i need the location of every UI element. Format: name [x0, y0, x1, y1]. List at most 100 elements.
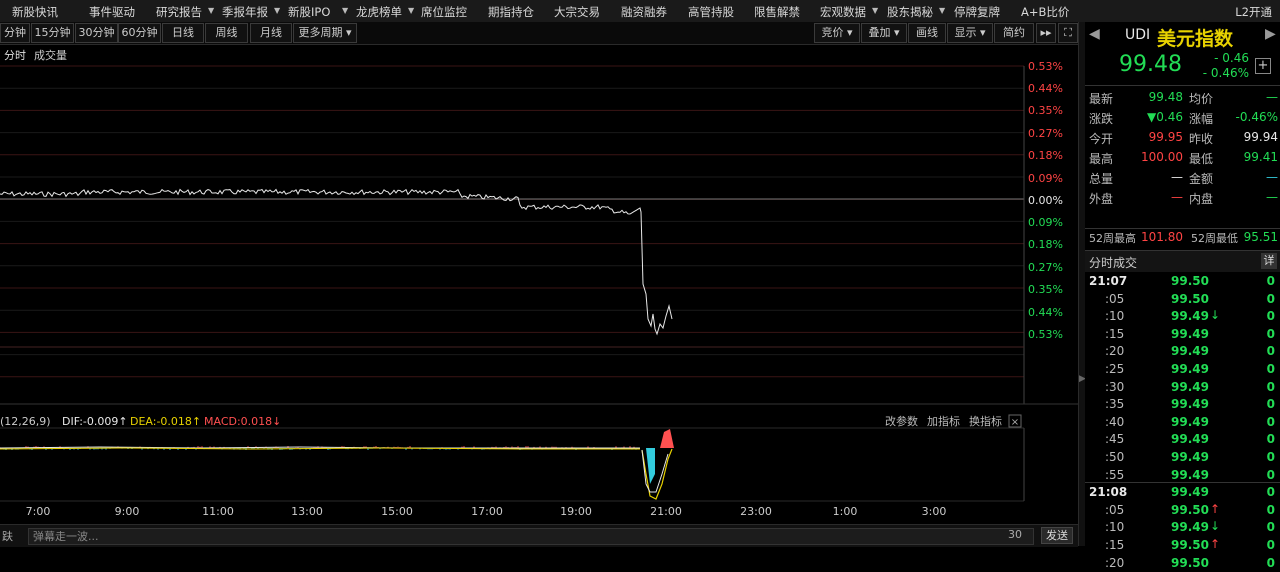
add-watchlist-icon[interactable]: + — [1255, 58, 1271, 74]
trade-arrow: ↓ — [1210, 519, 1221, 534]
nav-item-1[interactable]: 事件驱动 — [89, 4, 135, 20]
trade-time: :45 — [1105, 432, 1125, 447]
macd-dea: DEA:-0.018↑ — [130, 415, 201, 428]
trade-row: :20 99.49 0 — [1085, 343, 1280, 361]
trade-volume: 0 — [1266, 414, 1275, 429]
send-button[interactable]: 发送 — [1041, 527, 1073, 544]
quote-row: 最高 100.00 最低 99.41 — [1085, 150, 1280, 168]
macd-button-1[interactable]: 加指标 — [927, 414, 960, 428]
quote-value: 99.41 — [1243, 150, 1278, 164]
trade-time: :35 — [1105, 397, 1125, 412]
quote-value: — — [1266, 190, 1278, 204]
pct-label-up: 0.35% — [1028, 104, 1063, 117]
nav-item-4[interactable]: 新股IPO — [288, 4, 330, 20]
quote-label: 最新 — [1089, 92, 1114, 106]
nav-item-0[interactable]: 新股快讯 — [12, 4, 58, 20]
trade-time: :55 — [1105, 467, 1125, 482]
l2-open-link[interactable]: L2开通 — [1235, 4, 1272, 20]
tool-button-1[interactable]: 叠加 ▾ — [861, 23, 907, 43]
nav-item-10[interactable]: 高管持股 — [688, 4, 734, 20]
trade-row: :05 99.50 0 — [1085, 291, 1280, 309]
trade-volume: 0 — [1266, 555, 1275, 570]
danmu-input[interactable]: 弹幕走一波... — [28, 528, 1034, 545]
macd-button-0[interactable]: 改参数 — [885, 414, 918, 428]
nav-item-2[interactable]: 研究报告 — [156, 4, 202, 20]
nav-item-3[interactable]: 季报年报 — [222, 4, 268, 20]
trade-volume: 0 — [1266, 362, 1275, 376]
trade-volume: 0 — [1266, 450, 1275, 464]
nav-item-6[interactable]: 席位监控 — [421, 4, 467, 20]
time-axis-label: 9:00 — [115, 505, 140, 518]
nav-item-14[interactable]: 停牌复牌 — [954, 4, 1000, 20]
trade-volume: 0 — [1266, 467, 1275, 482]
trades-detail-button[interactable]: 详 — [1261, 253, 1277, 269]
pct-label-down: 0.53% — [1028, 328, 1063, 341]
macd-button-2[interactable]: 换指标 — [969, 414, 1002, 428]
nav-item-12[interactable]: 宏观数据 — [820, 4, 866, 20]
quote-value: — — [1171, 190, 1183, 204]
trade-time: :05 — [1105, 291, 1125, 306]
tool-button-3[interactable]: 显示 ▾ — [947, 23, 993, 43]
trades-title: 分时成交 — [1089, 256, 1138, 270]
nav-item-5[interactable]: 龙虎榜单 — [356, 4, 402, 20]
pct-label-up: 0.09% — [1028, 172, 1063, 185]
dropdown-caret-icon[interactable]: ▼ — [208, 6, 214, 15]
pct-label-down: 0.09% — [1028, 216, 1063, 229]
quote-label: 昨收 — [1189, 132, 1214, 146]
quote-label: 今开 — [1089, 132, 1114, 146]
chart-tab-volume: 成交量 — [34, 48, 67, 62]
nav-item-15[interactable]: A+B比价 — [1021, 4, 1069, 20]
dropdown-caret-icon[interactable]: ▼ — [408, 6, 414, 15]
macd-close-glyph: × — [1011, 417, 1019, 428]
period-button-3[interactable]: 60分钟 — [118, 23, 161, 43]
nav-item-7[interactable]: 期指持仓 — [488, 4, 534, 20]
trade-row: :35 99.49 0 — [1085, 396, 1280, 414]
panel-splitter[interactable]: ▶ — [1078, 22, 1086, 546]
nav-item-8[interactable]: 大宗交易 — [554, 4, 600, 20]
trade-time: :15 — [1105, 326, 1125, 341]
time-axis-label: 7:00 — [26, 505, 51, 518]
quote-row: 涨跌 ▼0.46 涨幅 -0.46% — [1085, 110, 1280, 128]
trade-volume: 0 — [1266, 485, 1275, 500]
quote-label: 外盘 — [1089, 192, 1114, 206]
dropdown-caret-icon[interactable]: ▼ — [342, 6, 348, 15]
pct-label-up: 0.53% — [1028, 60, 1063, 73]
fullscreen-icon[interactable]: ⛶ — [1058, 23, 1078, 43]
period-button-4[interactable]: 日线 — [162, 23, 204, 43]
period-button-0[interactable]: 分钟 — [0, 23, 30, 43]
tool-button-0[interactable]: 竞价 ▾ — [814, 23, 860, 43]
prev-symbol-icon[interactable]: ◀ — [1089, 26, 1100, 42]
quote-value: -0.46% — [1235, 110, 1278, 124]
trade-time: :30 — [1105, 379, 1125, 394]
quote-value: — — [1266, 170, 1278, 184]
dropdown-caret-icon[interactable]: ▼ — [939, 6, 945, 15]
chart-canvas[interactable]: 分时 成交量 0.53% 0.44% 0.35% 0.27% 0.18% 0.09% 0.00%… — [0, 44, 1078, 524]
period-button-6[interactable]: 月线 — [250, 23, 292, 43]
quote-value: 100.00 — [1141, 150, 1183, 164]
period-button-5[interactable]: 周线 — [205, 23, 248, 43]
dropdown-caret-icon[interactable]: ▼ — [274, 6, 280, 15]
next-symbol-icon[interactable]: ▶ — [1265, 26, 1276, 42]
trade-price: 99.50 — [1171, 502, 1209, 517]
nav-item-11[interactable]: 限售解禁 — [754, 4, 800, 20]
trade-row: 21:08 99.49 0 — [1085, 484, 1280, 502]
trade-volume: 0 — [1266, 379, 1275, 394]
quote-label: 最高 — [1089, 152, 1114, 166]
tool-button-4[interactable]: 简约 — [994, 23, 1034, 43]
period-button-2[interactable]: 30分钟 — [75, 23, 118, 43]
trade-arrow: ↑ — [1210, 537, 1221, 551]
trade-row: :45 99.49 0 — [1085, 431, 1280, 449]
period-button-1[interactable]: 15分钟 — [31, 23, 74, 43]
time-axis-label: 21:00 — [650, 505, 682, 518]
period-button-7[interactable]: 更多周期 ▾ — [293, 23, 357, 43]
tool-button-2[interactable]: 画线 — [908, 23, 946, 43]
price-change-pct: - 0.46% — [1202, 66, 1249, 80]
trade-price: 99.49 — [1171, 414, 1209, 429]
nav-item-13[interactable]: 股东揭秘 — [887, 4, 933, 20]
dropdown-caret-icon[interactable]: ▼ — [872, 6, 878, 15]
trade-volume: 0 — [1266, 432, 1275, 447]
nav-item-9[interactable]: 融资融券 — [621, 4, 667, 20]
fast-forward-icon[interactable]: ▸▸ — [1036, 23, 1056, 43]
quote-label: 均价 — [1189, 92, 1214, 106]
intraday-chart[interactable]: 分时 成交量 0.53% 0.44% 0.35% 0.27% 0.18% 0.09% 0.00%… — [0, 44, 1078, 524]
